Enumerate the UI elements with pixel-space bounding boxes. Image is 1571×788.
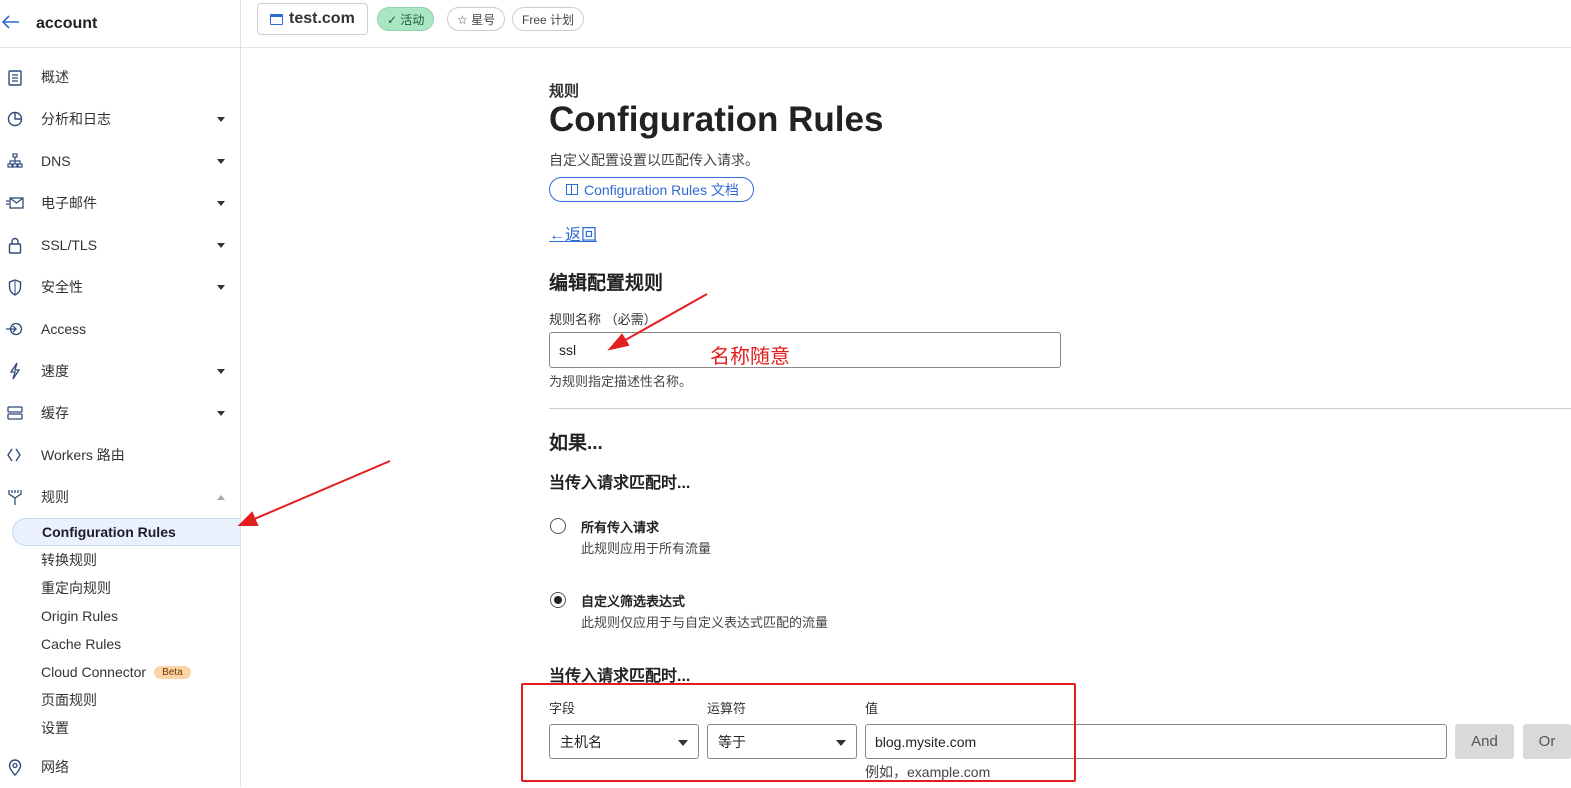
sidebar-item-label: Workers 路由 [41,447,125,463]
beta-badge: Beta [154,665,191,679]
edit-heading: 编辑配置规则 [549,273,664,294]
sidebar-item-analytics[interactable]: 分析和日志 [0,98,240,140]
sidebar-item-email[interactable]: 电子邮件 [0,182,240,224]
radio-all-desc: 此规则应用于所有流量 [581,541,712,556]
sidebar-subitem-origin-rules[interactable]: Origin Rules [0,602,240,630]
caret-up-icon [217,494,225,500]
storage-icon [6,404,24,422]
sidebar-item-network[interactable]: 网络 [0,746,240,788]
or-button[interactable]: Or [1523,724,1571,759]
sidebar-item-overview[interactable]: 概述 [0,56,240,98]
sidebar-subitem-transform-rules[interactable]: 转换规则 [0,546,240,574]
account-name[interactable]: account [36,15,97,33]
divider [549,408,1571,409]
location-pin-icon [6,758,24,776]
sidebar-item-speed[interactable]: 速度 [0,350,240,392]
chart-pie-icon [6,110,24,128]
sidebar-item-workers-routes[interactable]: Workers 路由 [0,434,240,476]
page-description: 自定义配置设置以匹配传入请求。 [549,152,759,168]
status-badge: ✓ 活动 [377,7,435,31]
sidebar-item-ssl-tls[interactable]: SSL/TLS [0,224,240,266]
page-title: Configuration Rules [549,100,884,139]
sidebar-item-dns[interactable]: DNS [0,140,240,182]
arrow-left-icon[interactable] [0,13,28,34]
annotation-text: 名称随意 [710,346,790,368]
sidebar-item-label: 规则 [41,489,69,505]
sidebar-subitem-label: Cloud Connector [41,664,147,680]
page-eyebrow: 规则 [549,83,580,100]
sidebar-item-security[interactable]: 安全性 [0,266,240,308]
if-heading: 如果... [549,433,603,454]
access-icon [6,320,24,338]
email-icon [6,194,24,212]
sidebar-item-label: DNS [41,153,71,169]
domain-name: test.com [289,10,355,27]
sidebar-item-rules[interactable]: 规则 [0,476,240,518]
lock-icon [6,236,24,254]
workers-icon [6,446,24,464]
domain-selector[interactable]: test.com [257,3,368,35]
docs-button[interactable]: Configuration Rules 文档 [549,177,754,202]
caret-down-icon [217,284,225,290]
caret-down-icon [217,116,225,122]
caret-down-icon [217,158,225,164]
radio-all-requests[interactable] [550,518,566,534]
sidebar-item-label: 概述 [41,69,69,85]
rules-icon [6,488,24,506]
window-icon [270,13,283,25]
match-heading: 当传入请求匹配时... [549,475,691,492]
sidebar-item-label: 速度 [41,363,69,379]
rule-name-label: 规则名称 （必需） [549,312,657,327]
clipboard-icon [6,68,24,86]
radio-all-title: 所有传入请求 [581,520,660,535]
caret-down-icon [217,200,225,206]
docs-button-label: Configuration Rules 文档 [584,181,739,198]
back-link[interactable]: ←返回 [549,221,597,245]
shield-icon [6,278,24,296]
sidebar-item-label: 安全性 [41,279,83,295]
sidebar-item-label: 电子邮件 [41,195,97,211]
plan-badge[interactable]: Free 计划 [512,7,585,31]
radio-custom-expression[interactable] [550,592,566,608]
caret-down-icon [217,242,225,248]
sidebar-item-caching[interactable]: 缓存 [0,392,240,434]
sidebar: account 概述 分析和日志 DNS 电子邮件 SSL/TLS 安全性 Ac… [0,0,241,787]
sidebar-subitem-settings[interactable]: 设置 [0,714,240,742]
account-header: account [0,0,240,48]
sidebar-item-label: 缓存 [41,405,69,421]
network-icon [6,152,24,170]
lightning-icon [6,362,24,380]
sidebar-subitem-configuration-rules[interactable]: Configuration Rules [12,518,240,546]
radio-custom-desc: 此规则仅应用于与自定义表达式匹配的流量 [581,615,829,630]
sidebar-item-label: Access [41,321,87,337]
rule-name-input[interactable]: ssl [549,332,1061,368]
annotation-highlight-box [521,683,1076,782]
sidebar-item-label: 分析和日志 [41,111,111,127]
sidebar-item-label: SSL/TLS [41,237,98,253]
book-icon [566,184,578,195]
sidebar-subitem-redirect-rules[interactable]: 重定向规则 [0,574,240,602]
sidebar-item-label: 网络 [41,759,69,775]
caret-down-icon [217,410,225,416]
caret-down-icon [217,368,225,374]
sidebar-nav: 概述 分析和日志 DNS 电子邮件 SSL/TLS 安全性 Access 速度 … [0,56,240,788]
sidebar-item-access[interactable]: Access [0,308,240,350]
star-button[interactable]: ☆ 星号 [447,7,506,31]
sidebar-subitem-cache-rules[interactable]: Cache Rules [0,630,240,658]
sidebar-subitem-cloud-connector[interactable]: Cloud Connector Beta [0,658,240,686]
rule-name-hint: 为规则指定描述性名称。 [549,374,693,389]
sidebar-subitem-page-rules[interactable]: 页面规则 [0,686,240,714]
top-bar: test.com ✓ 活动 ☆ 星号 Free 计划 [241,0,1571,48]
and-button[interactable]: And [1455,724,1514,759]
radio-custom-title: 自定义筛选表达式 [581,594,686,609]
